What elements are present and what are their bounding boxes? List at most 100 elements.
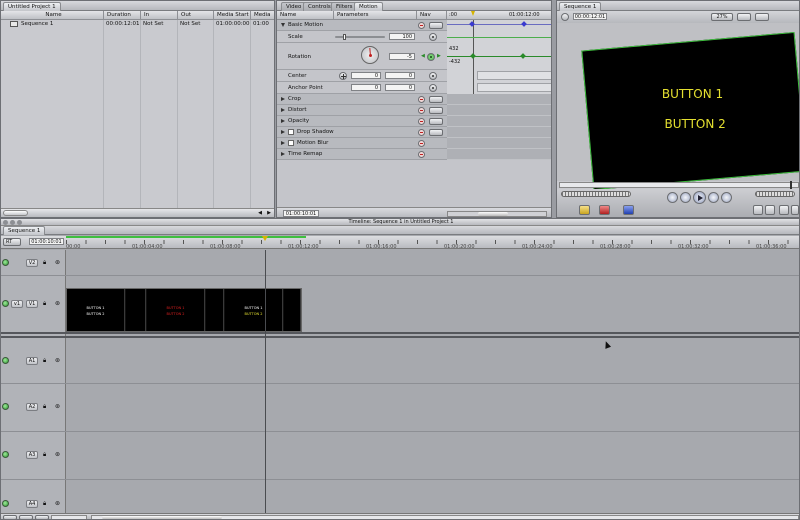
track-a4-label[interactable]: A4	[26, 500, 38, 508]
param-row-motion-blur[interactable]: Motion Blur	[277, 138, 447, 149]
viewer-timecode-field[interactable]: 01:00:10:01	[283, 210, 319, 217]
play-button[interactable]	[693, 191, 706, 204]
clip-frame[interactable]	[206, 289, 224, 331]
timeline-playhead-line[interactable]	[265, 250, 266, 513]
track-visibility-icon[interactable]	[2, 259, 9, 266]
disclosure-closed-icon[interactable]	[281, 130, 285, 134]
disclosure-closed-icon[interactable]	[281, 119, 285, 123]
keyframe-dot[interactable]	[470, 53, 476, 59]
col-media-end[interactable]: Media E	[251, 11, 274, 26]
lock-icon[interactable]: 🔒︎	[43, 300, 46, 308]
param-row-distort[interactable]: Distort	[277, 105, 447, 116]
track-audible-icon[interactable]	[2, 500, 9, 507]
track-a3-label[interactable]: A3	[26, 451, 38, 459]
disclosure-closed-icon[interactable]	[281, 108, 285, 112]
timeline-playhead-marker[interactable]	[262, 236, 268, 241]
param-row-drop-shadow[interactable]: Drop Shadow	[277, 127, 447, 138]
opacity-menu-button[interactable]	[429, 118, 443, 125]
disclosure-closed-icon[interactable]	[281, 152, 285, 156]
scroll-right-icon[interactable]: ▶	[265, 210, 273, 216]
anchor-y-field[interactable]: 0	[385, 84, 415, 91]
jog-control[interactable]	[755, 191, 795, 197]
auto-select-icon[interactable]: ⊛	[55, 259, 60, 266]
reset-distort-button[interactable]	[418, 107, 425, 114]
disclosure-closed-icon[interactable]	[281, 141, 285, 145]
clip-frame[interactable]	[126, 289, 146, 331]
next-edit-button[interactable]	[708, 192, 719, 203]
crop-menu-button[interactable]	[429, 96, 443, 103]
basic-motion-menu-button[interactable]	[429, 22, 443, 29]
canvas-scrubber[interactable]	[559, 181, 799, 189]
reset-time-remap-button[interactable]	[418, 151, 425, 158]
clip-frame[interactable]: BUTTON 1 BUTTON 2	[147, 289, 205, 331]
track-audible-icon[interactable]	[2, 357, 9, 364]
view-popup[interactable]	[737, 13, 751, 21]
lock-icon[interactable]: 🔒︎	[43, 259, 46, 267]
clip-overlays-button[interactable]	[19, 515, 33, 519]
canvas-duration-field[interactable]: 00:00:12:01	[573, 13, 607, 20]
reset-basic-motion-button[interactable]	[418, 22, 425, 29]
tab-motion[interactable]: Motion	[354, 2, 383, 11]
zoom-popup[interactable]: 27%	[711, 13, 733, 21]
col-in[interactable]: In	[141, 11, 178, 20]
motion-blur-checkbox[interactable]	[288, 140, 294, 146]
reset-drop-shadow-button[interactable]	[418, 129, 425, 136]
reset-motion-blur-button[interactable]	[418, 140, 425, 147]
center-y-field[interactable]: 0	[385, 72, 415, 79]
browser-scrollbar[interactable]: ◀ ▶	[1, 208, 274, 217]
auto-select-icon[interactable]: ⊛	[55, 451, 60, 458]
insert-button[interactable]	[579, 205, 590, 215]
auto-select-icon[interactable]: ⊛	[55, 403, 60, 410]
clip-strip[interactable]: BUTTON 1 BUTTON 2 BUTTON 1 BUTTON 2 BUTT…	[66, 288, 302, 332]
match-frame-button[interactable]	[791, 205, 799, 215]
center-crosshair-button[interactable]	[339, 72, 347, 80]
reset-opacity-button[interactable]	[418, 118, 425, 125]
shuttle-control[interactable]	[561, 191, 631, 197]
lock-icon[interactable]: 🔒︎	[43, 451, 46, 459]
scroll-left-icon[interactable]: ◀	[256, 210, 264, 216]
mark-in-button[interactable]	[753, 205, 763, 215]
scale-keyframe-button[interactable]	[429, 33, 437, 41]
rt-popup[interactable]: RT	[3, 238, 21, 246]
track-a2-label[interactable]: A2	[26, 403, 38, 411]
keyframe-dot[interactable]	[521, 21, 527, 27]
track-v2-label[interactable]: V2	[26, 259, 38, 267]
timeline-ruler[interactable]: 00:00 01:00:04:00 01:00:08:00 01:00:12:0…	[66, 236, 799, 250]
track-audible-icon[interactable]	[2, 451, 9, 458]
keyframe-graph[interactable]: 432 -432	[447, 20, 551, 160]
center-x-field[interactable]: 0	[351, 72, 381, 79]
timeline-timecode-field[interactable]: 01:00:10:01	[29, 238, 64, 245]
add-marker-button[interactable]	[779, 205, 789, 215]
timeline-zoom-slider[interactable]	[51, 515, 87, 519]
scroll-thumb[interactable]	[3, 210, 28, 216]
canvas-playhead[interactable]	[790, 181, 792, 189]
param-row-basic-motion[interactable]: Basic Motion	[277, 20, 447, 31]
scale-slider[interactable]	[335, 34, 385, 40]
tab-sequence-timeline[interactable]: Sequence 1	[3, 226, 46, 235]
track-audible-icon[interactable]	[2, 403, 9, 410]
timeline-scroll[interactable]	[91, 515, 799, 519]
track-a1-label[interactable]: A1	[26, 357, 38, 365]
track-height-button[interactable]	[3, 515, 17, 519]
auto-select-icon[interactable]: ⊛	[55, 357, 60, 364]
anchor-x-field[interactable]: 0	[351, 84, 381, 91]
zoom-out-button[interactable]	[35, 515, 49, 519]
mark-out-button[interactable]	[765, 205, 775, 215]
tab-untitled-project[interactable]: Untitled Project 1	[3, 2, 61, 11]
col-duration[interactable]: Duration	[104, 11, 141, 20]
keyframe-prev-icon[interactable]: ◀	[421, 53, 425, 59]
param-row-opacity[interactable]: Opacity	[277, 116, 447, 127]
clip-frame[interactable]	[284, 289, 301, 331]
anchor-keyframe-button[interactable]	[429, 84, 437, 92]
scale-value-field[interactable]: 100	[389, 33, 415, 40]
source-v1-label[interactable]: v1	[11, 300, 23, 308]
play-around-button[interactable]	[721, 192, 732, 203]
track-area[interactable]: V2 🔒︎ ⊛ v1 V1 🔒︎ ⊛ BUTTON 1 BUTTON 2 BUT…	[1, 250, 799, 513]
center-keyframe-button[interactable]	[429, 72, 437, 80]
play-in-out-button[interactable]	[667, 192, 678, 203]
col-media-start[interactable]: Media Start	[214, 11, 251, 20]
drop-shadow-menu-button[interactable]	[429, 129, 443, 136]
keyframe-ruler[interactable]: :00 01:00:12:00	[447, 11, 551, 20]
col-out[interactable]: Out	[178, 11, 214, 20]
param-row-time-remap[interactable]: Time Remap	[277, 149, 447, 160]
